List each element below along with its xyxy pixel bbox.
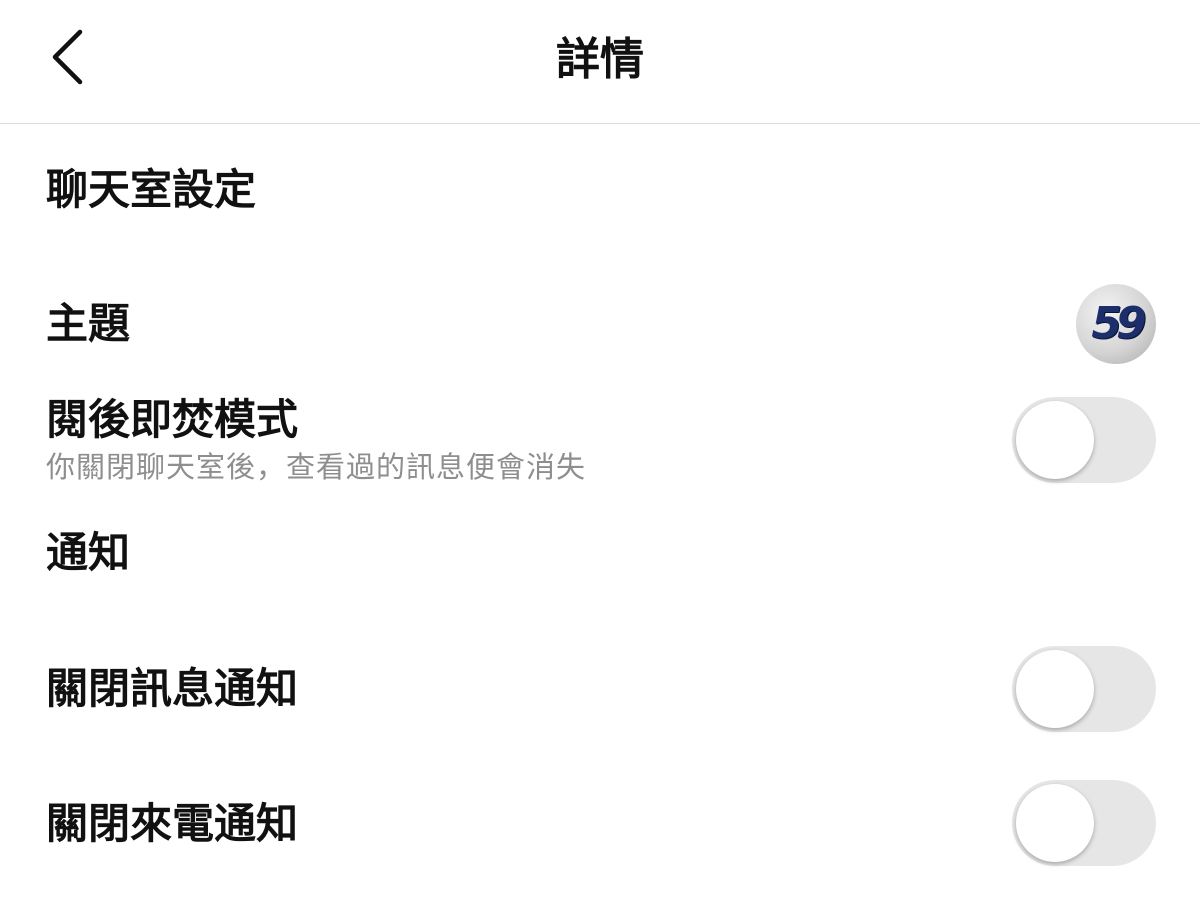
vanish-mode-label: 閱後即焚模式 — [46, 395, 299, 444]
section-title-notifications: 通知 — [46, 528, 131, 577]
section-title-chat-settings: 聊天室設定 — [46, 165, 257, 214]
toggle-knob — [1016, 650, 1094, 728]
mute-messages-toggle[interactable] — [1012, 646, 1156, 732]
page-title: 詳情 — [556, 34, 644, 85]
vanish-mode-description: 你關閉聊天室後，查看過的訊息便會消失 — [46, 450, 587, 484]
toggle-knob — [1016, 784, 1094, 862]
toggle-knob — [1016, 401, 1094, 479]
mute-calls-label: 關閉來電通知 — [46, 799, 299, 848]
mute-messages-label: 關閉訊息通知 — [46, 664, 299, 713]
theme-avatar[interactable]: 59 — [1076, 284, 1156, 364]
header-bar: 詳情 — [0, 0, 1200, 124]
vanish-mode-toggle[interactable] — [1012, 397, 1156, 483]
theme-avatar-text: 59 — [1091, 298, 1146, 349]
theme-label[interactable]: 主題 — [46, 296, 130, 352]
mute-calls-toggle[interactable] — [1012, 780, 1156, 866]
